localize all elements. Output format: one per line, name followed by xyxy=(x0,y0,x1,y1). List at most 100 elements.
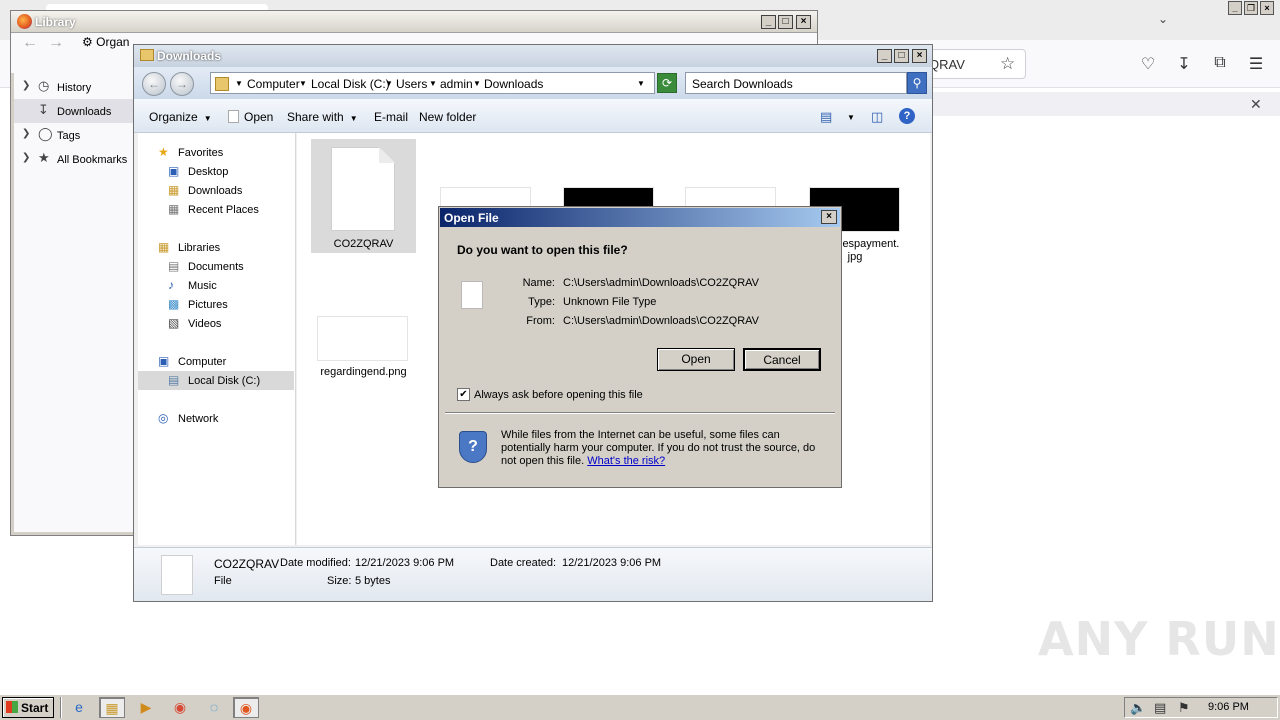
search-icon[interactable]: ⚲ xyxy=(907,72,927,94)
nav-videos[interactable]: ▧ Videos xyxy=(138,314,294,333)
nav-desktop[interactable]: ▣ Desktop xyxy=(138,162,294,181)
breadcrumb-admin[interactable]: admin xyxy=(440,77,473,91)
nav-label: Computer xyxy=(178,356,227,368)
nav-favorites[interactable]: ★ Favorites xyxy=(138,143,294,162)
extensions-icon[interactable]: ⧉ xyxy=(1210,54,1230,72)
clock[interactable]: 9:06 PM xyxy=(1208,701,1249,713)
name-label: Name: xyxy=(522,277,555,289)
library-item-all-bookmarks[interactable]: ❯ ★ All Bookmarks xyxy=(14,147,134,171)
email-button[interactable]: E-mail xyxy=(374,110,408,124)
library-close-button[interactable]: × xyxy=(796,15,811,29)
bookmark-star-icon[interactable]: ☆ xyxy=(1000,54,1015,74)
new-folder-button[interactable]: New folder xyxy=(419,110,476,124)
expand-chevron-icon[interactable]: ❯ xyxy=(22,80,30,91)
nav-computer[interactable]: ▣ Computer xyxy=(138,352,294,371)
forward-arrow-icon[interactable]: → xyxy=(170,72,194,96)
address-bar[interactable]: ▼ Computer ▼ Local Disk (C:) ▼ Users ▼ a… xyxy=(210,72,655,94)
media-player-icon[interactable]: ▶ xyxy=(133,697,159,718)
always-ask-checkbox[interactable]: ✔ xyxy=(457,388,470,401)
preview-pane-icon[interactable]: ◫ xyxy=(871,109,883,125)
nav-pictures[interactable]: ▩ Pictures xyxy=(138,295,294,314)
breadcrumb-computer[interactable]: Computer xyxy=(247,77,300,91)
details-pane xyxy=(134,547,932,601)
library-item-downloads[interactable]: ↧ Downloads xyxy=(14,99,134,123)
library-maximize-button[interactable]: □ xyxy=(778,15,793,29)
library-item-label: History xyxy=(57,82,92,94)
firefox-close-button[interactable]: × xyxy=(1260,1,1274,15)
cancel-button[interactable]: Cancel xyxy=(743,348,821,371)
name-value: C:\Users\admin\Downloads\CO2ZQRAV xyxy=(563,277,760,289)
breadcrumb-arrow-icon[interactable]: ▼ xyxy=(385,79,393,88)
whats-the-risk-link[interactable]: What's the risk? xyxy=(587,455,665,467)
share-with-button[interactable]: Share with ▼ xyxy=(287,110,358,124)
library-item-history[interactable]: ❯ ◷ History xyxy=(14,75,134,99)
edge-icon[interactable]: ◌ xyxy=(201,697,227,718)
image-thumbnail[interactable] xyxy=(317,316,408,361)
nav-recent-places[interactable]: ▦ Recent Places xyxy=(138,200,294,219)
breadcrumb-arrow-icon[interactable]: ▼ xyxy=(235,79,243,88)
explorer-close-button[interactable]: × xyxy=(912,49,927,63)
internet-explorer-icon[interactable]: e xyxy=(66,697,92,718)
back-arrow-icon[interactable]: ← xyxy=(142,72,166,96)
nav-downloads[interactable]: ▦ Downloads xyxy=(138,181,294,200)
breadcrumb-arrow-icon[interactable]: ▼ xyxy=(299,79,307,88)
library-organize-button[interactable]: ⚙ Organ xyxy=(82,35,129,49)
dialog-question: Do you want to open this file? xyxy=(457,243,628,257)
firefox-minimize-button[interactable]: _ xyxy=(1228,1,1242,15)
nav-label: Local Disk (C:) xyxy=(188,375,261,387)
nav-network[interactable]: ◎ Network xyxy=(138,409,294,428)
tag-icon: ◯ xyxy=(38,126,53,141)
tab-list-chevron-icon[interactable]: ⌄ xyxy=(1158,12,1168,26)
view-dropdown-icon[interactable]: ▼ xyxy=(847,113,855,122)
breadcrumb-local-disk[interactable]: Local Disk (C:) xyxy=(311,77,390,91)
nav-local-disk[interactable]: ▤ Local Disk (C:) xyxy=(138,371,294,390)
change-view-icon[interactable]: ▤ xyxy=(820,109,832,125)
breadcrumb-arrow-icon[interactable]: ▼ xyxy=(429,79,437,88)
open-button[interactable]: Open xyxy=(657,348,735,371)
computer-icon: ▣ xyxy=(158,354,170,368)
nav-documents[interactable]: ▤ Documents xyxy=(138,257,294,276)
breadcrumb-users[interactable]: Users xyxy=(396,77,427,91)
organize-button[interactable]: Organize ▼ xyxy=(149,110,212,124)
expand-chevron-icon[interactable]: ❯ xyxy=(22,128,30,139)
open-button[interactable]: Open xyxy=(228,110,273,124)
notification-close-icon[interactable]: ✕ xyxy=(1250,96,1262,113)
type-value: Unknown File Type xyxy=(563,296,657,308)
firefox-icon[interactable]: ◉ xyxy=(233,697,259,718)
drive-icon: ▤ xyxy=(168,373,180,387)
refresh-icon[interactable]: ⟳ xyxy=(657,73,677,93)
explorer-maximize-button[interactable]: □ xyxy=(894,49,909,63)
recent-places-icon: ▦ xyxy=(168,202,180,216)
nav-music[interactable]: ♪ Music xyxy=(138,276,294,295)
library-back-icon[interactable]: ← xyxy=(22,34,38,52)
action-center-flag-icon[interactable]: ⚑ xyxy=(1178,700,1190,716)
start-label: Start xyxy=(21,701,49,715)
menu-icon[interactable]: ☰ xyxy=(1246,54,1266,74)
nav-libraries[interactable]: ▦ Libraries xyxy=(138,238,294,257)
address-dropdown-icon[interactable]: ▼ xyxy=(637,79,645,88)
breadcrumb-downloads[interactable]: Downloads xyxy=(484,77,543,91)
videos-icon: ▧ xyxy=(168,316,180,330)
volume-icon[interactable]: 🔈 xyxy=(1130,700,1146,716)
dropdown-arrow-icon: ▼ xyxy=(349,114,358,123)
library-item-tags[interactable]: ❯ ◯ Tags xyxy=(14,123,134,147)
firefox-restore-button[interactable]: ❐ xyxy=(1244,1,1258,15)
pocket-icon[interactable]: ♡ xyxy=(1138,54,1158,74)
search-input[interactable]: Search Downloads xyxy=(685,72,907,94)
network-status-icon[interactable]: ▤ xyxy=(1154,700,1166,716)
breadcrumb-arrow-icon[interactable]: ▼ xyxy=(473,79,481,88)
downloads-icon[interactable]: ↧ xyxy=(1174,54,1194,74)
help-icon[interactable]: ? xyxy=(899,108,915,124)
file-explorer-icon[interactable]: ▦ xyxy=(99,697,125,718)
explorer-minimize-button[interactable]: _ xyxy=(877,49,892,63)
library-item-label: Downloads xyxy=(57,106,112,118)
chrome-icon[interactable]: ◉ xyxy=(167,697,193,718)
nav-label: Documents xyxy=(188,261,244,273)
library-minimize-button[interactable]: _ xyxy=(761,15,776,29)
dialog-close-button[interactable]: × xyxy=(821,210,837,224)
download-icon: ↧ xyxy=(38,102,49,117)
expand-chevron-icon[interactable]: ❯ xyxy=(22,152,30,163)
library-forward-icon[interactable]: → xyxy=(48,34,64,52)
library-title: Library xyxy=(35,15,76,29)
organize-label: Organ xyxy=(96,35,130,49)
